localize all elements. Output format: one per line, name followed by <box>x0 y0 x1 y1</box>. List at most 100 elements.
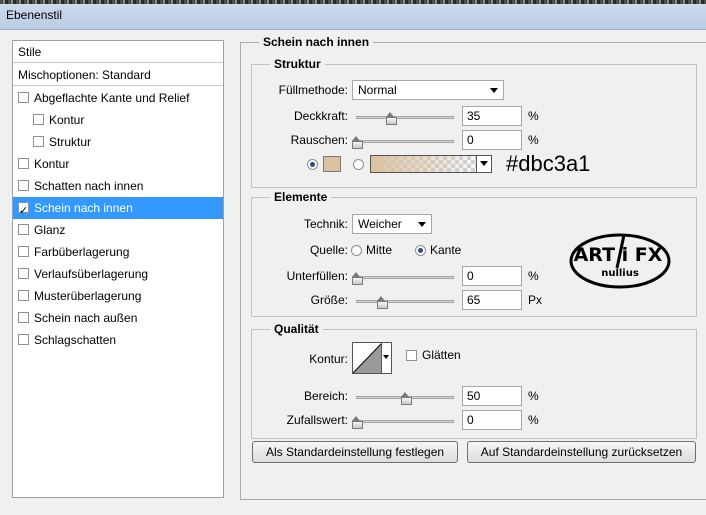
style-item[interactable]: Schein nach außen <box>13 307 223 329</box>
style-item-checkbox[interactable] <box>18 268 29 279</box>
technique-value: Weicher <box>358 217 402 231</box>
structure-legend: Struktur <box>270 57 325 71</box>
structure-group: Struktur Füllmethode: Normal Deckkraft: … <box>251 57 697 188</box>
size-label: Größe: <box>310 293 348 307</box>
jitter-value: 0 <box>467 413 474 427</box>
choke-input[interactable]: 0 <box>462 266 522 286</box>
style-item-label: Verlaufsüberlagerung <box>34 267 149 281</box>
style-item[interactable]: Schatten nach innen <box>13 175 223 197</box>
size-slider-thumb[interactable] <box>377 296 389 309</box>
opacity-slider-track <box>356 116 454 119</box>
contour-curve-icon <box>353 343 382 373</box>
style-item[interactable]: Abgeflachte Kante und Relief <box>13 87 223 109</box>
style-item[interactable]: Kontur <box>13 109 223 131</box>
choke-value: 0 <box>467 269 474 283</box>
quality-group: Qualität Kontur: Glätten Bereich: 50 % Z… <box>251 322 697 439</box>
style-item-checkbox[interactable] <box>18 180 29 191</box>
gradient-dropdown-arrow[interactable] <box>476 156 491 172</box>
style-item-checkbox[interactable] <box>18 200 29 222</box>
style-item-checkbox[interactable] <box>18 224 29 235</box>
style-item-label: Kontur <box>49 113 85 127</box>
source-label: Quelle: <box>309 243 348 257</box>
range-unit: % <box>528 389 539 403</box>
style-item-label: Schein nach außen <box>34 311 138 325</box>
contour-dropdown-arrow[interactable] <box>381 343 391 373</box>
range-value: 50 <box>467 389 481 403</box>
artifx-logo: ART i FX nullius <box>569 233 671 289</box>
style-item[interactable]: Schlagschatten <box>13 329 223 351</box>
choke-label: Unterfüllen: <box>286 269 348 283</box>
opacity-label: Deckkraft: <box>293 109 348 123</box>
jitter-slider-track <box>356 420 454 423</box>
style-item-checkbox[interactable] <box>18 158 29 169</box>
chevron-down-icon <box>490 88 498 93</box>
contour-label: Kontur: <box>309 352 348 366</box>
style-item[interactable]: Glanz <box>13 219 223 241</box>
noise-input[interactable]: 0 <box>462 130 522 150</box>
choke-slider[interactable] <box>352 272 454 285</box>
noise-slider-thumb[interactable] <box>352 136 363 149</box>
quality-legend: Qualität <box>270 322 323 336</box>
style-item[interactable]: Schein nach innen <box>13 197 223 222</box>
range-slider-thumb[interactable] <box>401 392 412 405</box>
title-bar: Ebenenstil <box>0 0 706 30</box>
jitter-slider-thumb[interactable] <box>352 416 363 429</box>
style-item[interactable]: Farbüberlagerung <box>13 241 223 263</box>
make-default-button[interactable]: Als Standardeinstellung festlegen <box>252 441 458 463</box>
style-item[interactable]: Verlaufsüberlagerung <box>13 263 223 285</box>
chevron-down-icon <box>418 222 426 227</box>
style-item-label: Struktur <box>49 135 92 149</box>
antialias-label[interactable]: Glätten <box>422 346 461 364</box>
style-item-checkbox[interactable] <box>18 334 29 345</box>
source-edge-label[interactable]: Kante <box>430 241 461 259</box>
style-item[interactable]: Kontur <box>13 153 223 175</box>
solid-color-radio[interactable] <box>307 159 318 170</box>
styles-header[interactable]: Stile <box>13 41 223 63</box>
noise-value: 0 <box>467 133 474 147</box>
style-item-checkbox[interactable] <box>18 246 29 257</box>
blend-mode-select[interactable]: Normal <box>352 80 504 100</box>
style-item[interactable]: Musterüberlagerung <box>13 285 223 307</box>
glow-color-swatch[interactable] <box>323 156 341 172</box>
antialias-checkbox[interactable] <box>406 350 417 361</box>
source-center-label[interactable]: Mitte <box>366 241 392 259</box>
glow-gradient-picker[interactable] <box>370 155 492 173</box>
inner-glow-panel: Schein nach innen Struktur Füllmethode: … <box>240 35 706 500</box>
reset-default-button[interactable]: Auf Standardeinstellung zurücksetzen <box>467 441 696 463</box>
choke-slider-track <box>356 276 454 279</box>
logo-sub-text: nullius <box>601 268 639 279</box>
style-item-label: Musterüberlagerung <box>34 289 142 303</box>
range-slider[interactable] <box>356 392 454 405</box>
blending-options-label: Mischoptionen: Standard <box>18 68 151 82</box>
jitter-input[interactable]: 0 <box>462 410 522 430</box>
style-item-label: Schatten nach innen <box>34 179 144 193</box>
blending-options[interactable]: Mischoptionen: Standard <box>13 64 223 86</box>
size-slider[interactable] <box>356 296 454 309</box>
range-input[interactable]: 50 <box>462 386 522 406</box>
opacity-slider[interactable] <box>356 112 454 125</box>
gradient-radio[interactable] <box>353 159 364 170</box>
blend-mode-value: Normal <box>358 83 397 97</box>
range-label: Bereich: <box>303 389 348 403</box>
elements-group: Elemente Technik: Weicher Quelle: Mitte … <box>251 190 697 317</box>
style-item-label: Schein nach innen <box>34 201 133 215</box>
style-item-label: Abgeflachte Kante und Relief <box>34 91 190 105</box>
source-center-radio[interactable] <box>351 245 362 256</box>
source-edge-radio[interactable] <box>415 245 426 256</box>
style-item-checkbox[interactable] <box>18 92 29 103</box>
opacity-slider-thumb[interactable] <box>386 112 398 125</box>
size-input[interactable]: 65 <box>462 290 522 310</box>
opacity-input[interactable]: 35 <box>462 106 522 126</box>
technique-select[interactable]: Weicher <box>352 214 432 234</box>
style-item-checkbox[interactable] <box>33 136 44 147</box>
style-item-checkbox[interactable] <box>18 290 29 301</box>
style-item[interactable]: Struktur <box>13 131 223 153</box>
window-title: Ebenenstil <box>6 8 63 22</box>
noise-slider[interactable] <box>352 136 454 149</box>
style-item-checkbox[interactable] <box>33 114 44 125</box>
contour-picker[interactable] <box>352 342 392 374</box>
style-item-checkbox[interactable] <box>18 312 29 323</box>
choke-slider-thumb[interactable] <box>352 272 363 285</box>
jitter-slider[interactable] <box>352 416 454 429</box>
noise-slider-track <box>356 140 454 143</box>
